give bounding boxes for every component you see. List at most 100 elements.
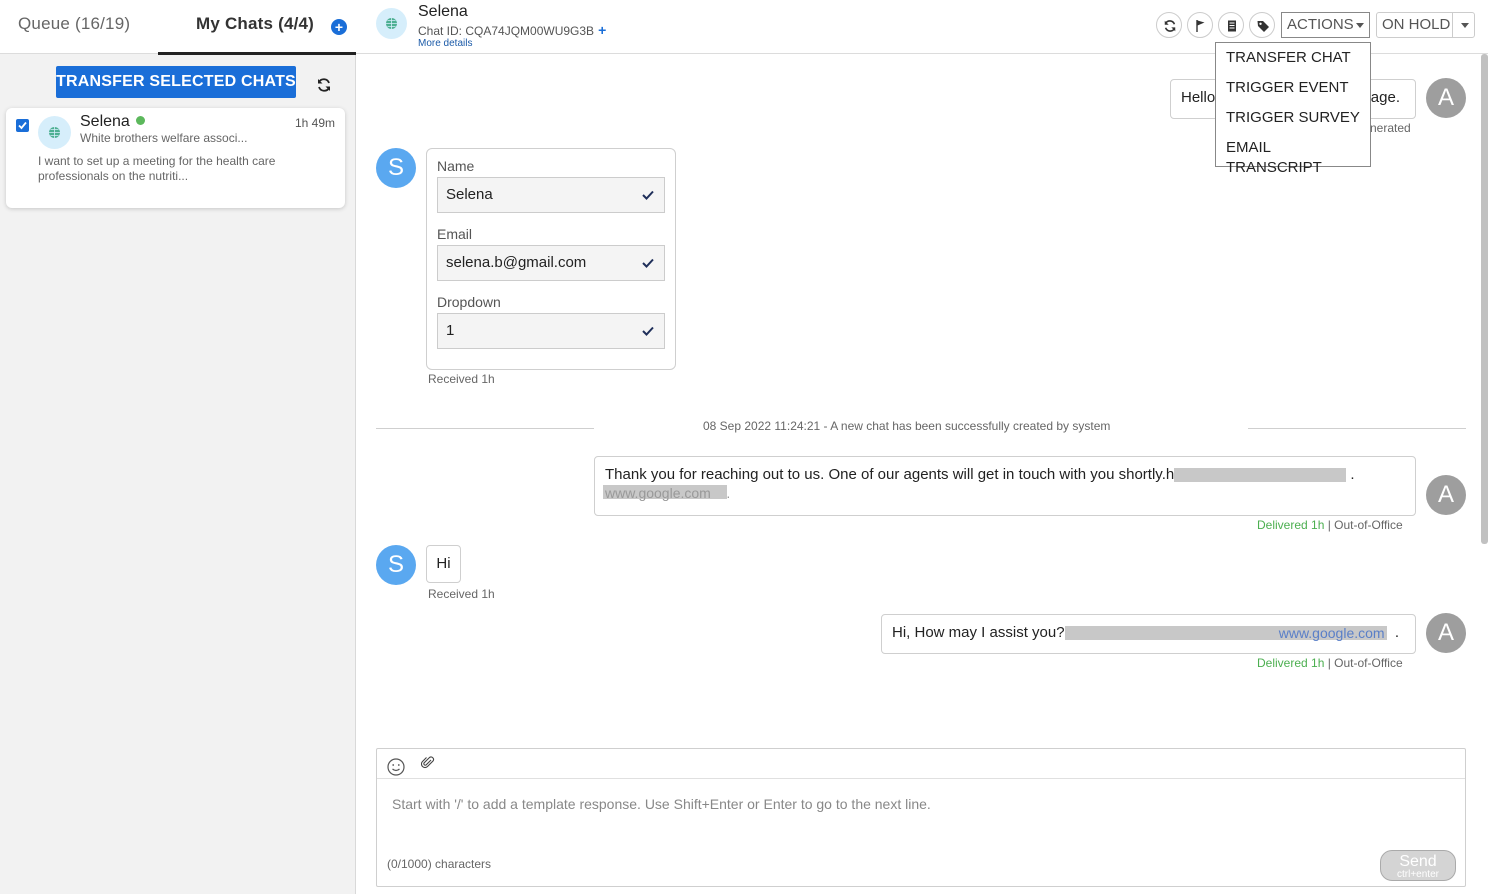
chat-card-organization: White brothers welfare associ...	[80, 131, 248, 145]
menu-item-email-transcript[interactable]: EMAIL TRANSCRIPT	[1216, 138, 1370, 176]
notes-icon	[1228, 20, 1236, 32]
flag-button[interactable]	[1187, 12, 1213, 38]
message-link: www.google.com .	[603, 485, 731, 501]
send-button[interactable]: Send ctrl+enter	[1380, 850, 1456, 881]
actions-dropdown-button[interactable]: ACTIONS	[1281, 12, 1370, 38]
agent-message-bubble: Hi, How may I assist you? www.google.com …	[881, 614, 1416, 654]
chevron-down-icon[interactable]	[1461, 23, 1469, 28]
message-meta: Received 1h	[428, 587, 495, 601]
form-field-dropdown: 1	[437, 313, 665, 349]
refresh-icon	[1164, 20, 1176, 32]
online-status-dot	[136, 116, 145, 125]
form-label-name: Name	[437, 158, 475, 174]
system-message: 08 Sep 2022 11:24:21 - A new chat has be…	[703, 419, 1111, 433]
chat-card[interactable]: Selena 1h 49m White brothers welfare ass…	[6, 108, 345, 208]
check-icon	[18, 121, 27, 130]
on-hold-label: ON HOLD	[1382, 16, 1451, 33]
message-text: Hi, How may I assist you?	[892, 624, 1065, 641]
chevron-down-icon	[1356, 23, 1364, 28]
customer-avatar: S	[376, 545, 416, 585]
message-body: Thank you for reaching out to us. One of…	[605, 466, 1175, 483]
redacted-link[interactable]: www.google.com	[1064, 625, 1387, 641]
chat-list-panel: Queue (16/19) My Chats (4/4) + TRANSFER …	[0, 0, 356, 894]
menu-item-trigger-survey[interactable]: TRIGGER SURVEY	[1216, 108, 1370, 138]
redacted-link	[1174, 468, 1347, 483]
tab-queue[interactable]: Queue (16/19)	[18, 14, 130, 34]
message-text: Hi	[436, 555, 451, 572]
globe-icon	[386, 18, 397, 29]
message-meta: Delivered 1h | Out-of-Office	[1257, 656, 1403, 670]
customer-message-bubble: Hi	[426, 545, 461, 583]
app: Queue (16/19) My Chats (4/4) + TRANSFER …	[0, 0, 1488, 894]
divider	[376, 428, 594, 429]
scrollbar[interactable]	[1481, 54, 1488, 544]
form-value-dropdown: 1	[446, 322, 455, 339]
tag-icon	[1257, 21, 1269, 32]
delivered-status: Delivered 1h	[1257, 518, 1325, 532]
message-composer: Start with '/' to add a template respons…	[376, 748, 1466, 887]
composer-toolbar	[377, 749, 1465, 779]
active-tab-indicator	[158, 52, 356, 55]
form-field-email: selena.b@gmail.com	[437, 245, 665, 281]
tag-button[interactable]	[1249, 12, 1275, 38]
form-label-dropdown: Dropdown	[437, 294, 501, 310]
plus-circle-icon[interactable]: +	[331, 19, 347, 35]
customer-avatar: S	[376, 148, 416, 188]
message-meta: Delivered 1h | Out-of-Office	[1257, 518, 1403, 532]
actions-menu: TRANSFER CHAT TRIGGER EVENT TRIGGER SURV…	[1215, 42, 1371, 176]
add-icon[interactable]: +	[598, 22, 606, 38]
avatar	[376, 8, 407, 39]
chat-card-preview: I want to set up a meeting for the healt…	[38, 154, 276, 183]
message-input[interactable]: Start with '/' to add a template respons…	[392, 796, 931, 812]
chat-card-name: Selena	[80, 113, 130, 130]
agent-avatar: A	[1426, 613, 1466, 653]
actions-label: ACTIONS	[1287, 16, 1354, 33]
chat-tabs: Queue (16/19) My Chats (4/4) +	[0, 0, 356, 55]
menu-item-transfer-chat[interactable]: TRANSFER CHAT	[1216, 48, 1370, 78]
send-label: Send	[1399, 853, 1437, 870]
character-count: (0/1000) characters	[387, 857, 492, 871]
tab-my-chats[interactable]: My Chats (4/4)	[196, 14, 314, 34]
menu-item-trigger-event[interactable]: TRIGGER EVENT	[1216, 78, 1370, 108]
agent-message-bubble: Thank you for reaching out to us. One of…	[594, 456, 1416, 516]
contact-name: Selena	[418, 3, 468, 20]
avatar	[38, 116, 71, 149]
message-text-start: Hello	[1181, 89, 1216, 106]
delivery-label: | Out-of-Office	[1324, 656, 1403, 670]
globe-icon	[49, 127, 60, 138]
message-meta: nerated	[1370, 121, 1411, 135]
delivery-label: | Out-of-Office	[1324, 518, 1403, 532]
refresh-icon[interactable]	[316, 77, 332, 93]
check-icon	[642, 326, 654, 336]
conversation-panel: Selena Chat ID: CQA74JQM00WU9G3B + More d…	[356, 0, 1488, 894]
message-meta: Received 1h	[428, 372, 495, 386]
divider	[1248, 428, 1466, 429]
agent-avatar: A	[1426, 78, 1466, 118]
chat-card-time: 1h 49m	[294, 116, 335, 130]
notes-button[interactable]	[1218, 12, 1244, 38]
divider	[1452, 13, 1453, 37]
agent-avatar: A	[1426, 475, 1466, 515]
message-text-end: age.	[1370, 89, 1400, 106]
paperclip-icon[interactable]	[421, 756, 435, 770]
send-shortcut-hint: ctrl+enter	[1397, 869, 1439, 880]
delivered-status: Delivered 1h	[1257, 656, 1325, 670]
check-icon	[642, 190, 654, 200]
prechat-form-card: Name Selena Email selena.b@gmail.com Dro…	[426, 148, 676, 370]
chat-select-checkbox[interactable]	[16, 119, 29, 132]
check-icon	[642, 258, 654, 268]
flag-icon	[1196, 20, 1205, 32]
form-value-name: Selena	[446, 186, 493, 203]
emoji-icon[interactable]	[387, 758, 405, 776]
message-text: Thank you for reaching out to us. One of…	[605, 466, 1355, 483]
form-field-name: Selena	[437, 177, 665, 213]
transfer-selected-chats-button[interactable]: TRANSFER SELECTED CHATS	[56, 66, 296, 98]
form-label-email: Email	[437, 226, 473, 242]
chat-id: Chat ID: CQA74JQM00WU9G3B +	[418, 22, 606, 38]
on-hold-button[interactable]: ON HOLD	[1376, 12, 1475, 38]
chat-id-text: Chat ID: CQA74JQM00WU9G3B	[418, 24, 595, 38]
more-details-link[interactable]: More details	[418, 38, 472, 49]
refresh-button[interactable]	[1156, 12, 1182, 38]
link-fragment[interactable]: www.google.com	[603, 485, 727, 501]
form-value-email: selena.b@gmail.com	[446, 254, 587, 271]
